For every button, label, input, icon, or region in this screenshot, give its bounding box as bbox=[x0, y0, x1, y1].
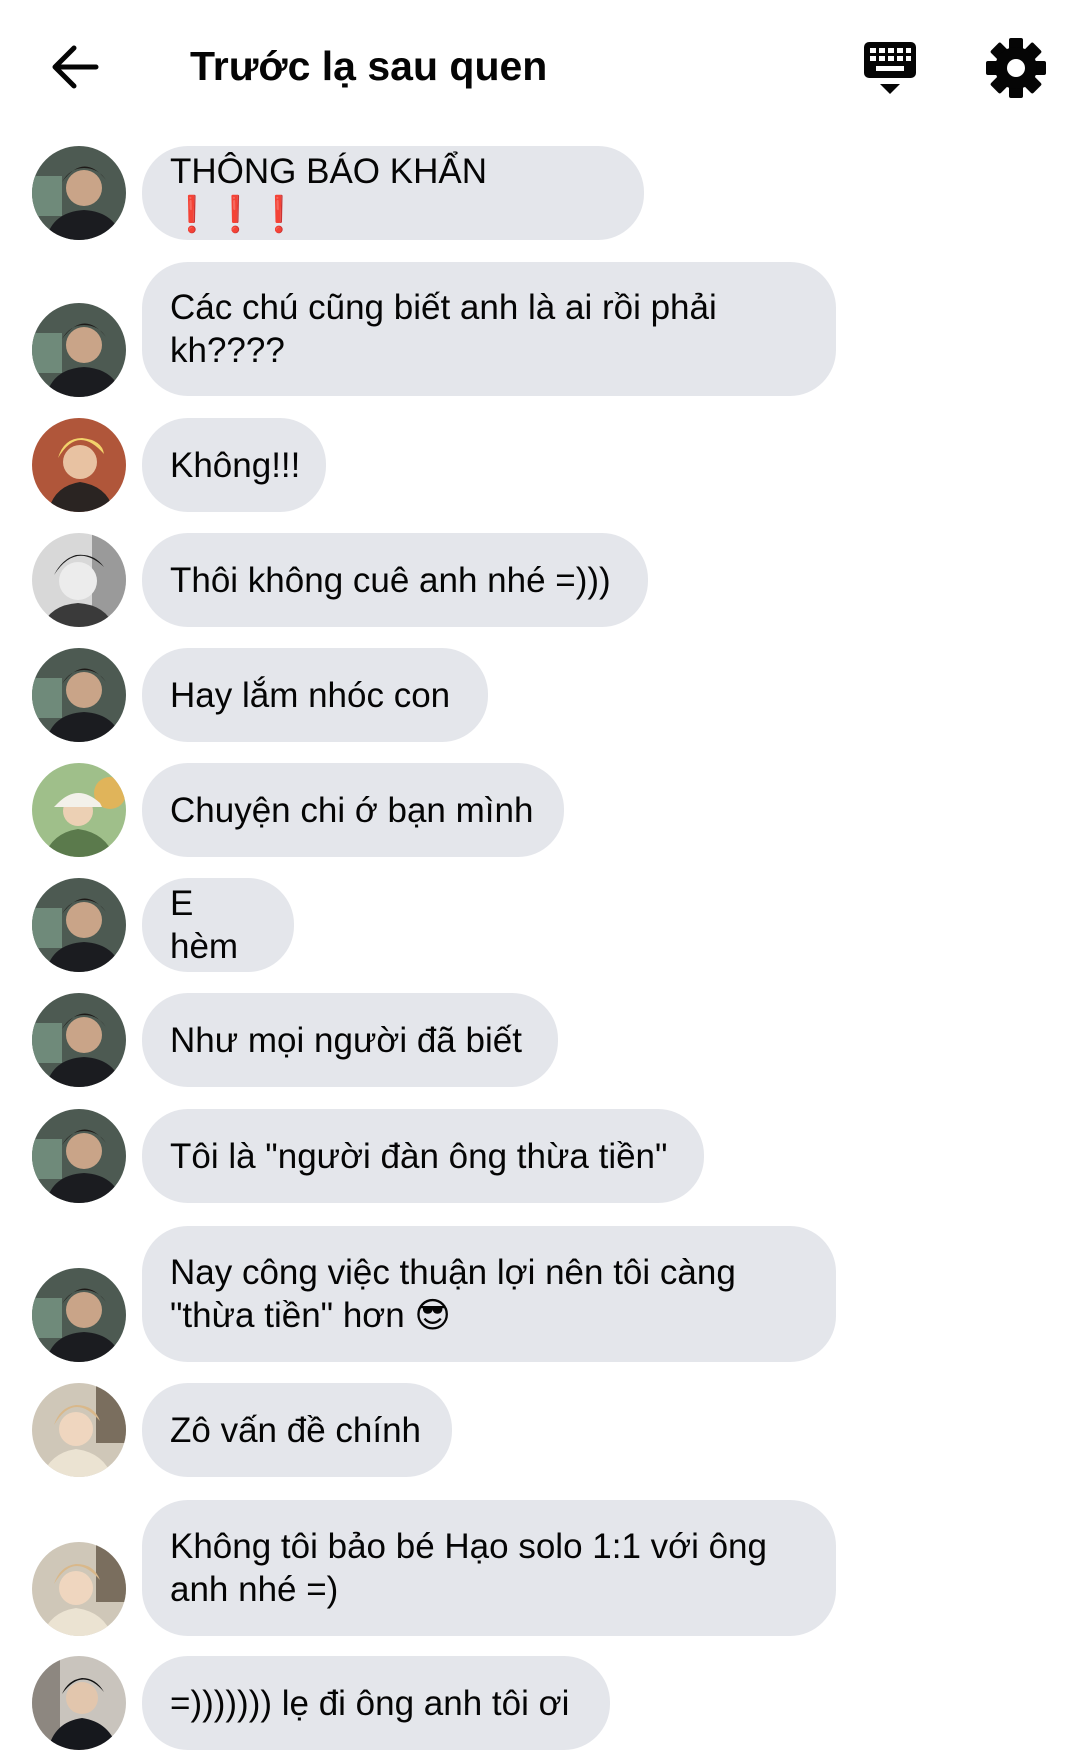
avatar[interactable] bbox=[32, 993, 126, 1087]
gear-icon bbox=[986, 38, 1046, 98]
conversation-title: Trước lạ sau quen bbox=[190, 43, 548, 89]
keyboard-icon bbox=[864, 42, 916, 94]
message-text: Không tôi bảo bé Hạo solo 1:1 với ông an… bbox=[170, 1527, 777, 1609]
arrow-left-icon bbox=[52, 45, 99, 89]
keyboard-button[interactable] bbox=[858, 36, 922, 100]
avatar[interactable] bbox=[32, 533, 126, 627]
message-bubble[interactable]: Hay lắm nhóc con bbox=[142, 648, 488, 742]
avatar[interactable] bbox=[32, 1109, 126, 1203]
back-button[interactable] bbox=[44, 36, 106, 98]
settings-button[interactable] bbox=[984, 36, 1048, 100]
message-bubble[interactable]: Như mọi người đã biết bbox=[142, 993, 558, 1087]
message-text: Thôi không cuê anh nhé =))) bbox=[170, 560, 611, 600]
avatar[interactable] bbox=[32, 1542, 126, 1636]
message-text: THÔNG BÁO KHẨN ❗❗❗ bbox=[170, 152, 497, 234]
message-bubble[interactable]: THÔNG BÁO KHẨN ❗❗❗ bbox=[142, 146, 644, 240]
message-bubble[interactable]: =))))))) lẹ đi ông anh tôi ơi bbox=[142, 1656, 610, 1750]
avatar[interactable] bbox=[32, 418, 126, 512]
message-text: Như mọi người đã biết bbox=[170, 1020, 522, 1060]
avatar[interactable] bbox=[32, 1383, 126, 1477]
message-bubble[interactable]: Thôi không cuê anh nhé =))) bbox=[142, 533, 648, 627]
message-text: Chuyện chi ớ bạn mình bbox=[170, 790, 534, 830]
avatar[interactable] bbox=[32, 1268, 126, 1362]
avatar[interactable] bbox=[32, 303, 126, 397]
message-bubble[interactable]: E hèm bbox=[142, 878, 294, 972]
message-bubble[interactable]: Nay công việc thuận lợi nên tôi càng "th… bbox=[142, 1226, 836, 1362]
message-text: Hay lắm nhóc con bbox=[170, 675, 451, 715]
message-text: Nay công việc thuận lợi nên tôi càng "th… bbox=[170, 1253, 746, 1335]
message-text: =))))))) lẹ đi ông anh tôi ơi bbox=[170, 1683, 570, 1723]
avatar[interactable] bbox=[32, 648, 126, 742]
message-text: Các chú cũng biết anh là ai rồi phải kh?… bbox=[170, 288, 727, 370]
message-text: Zô vấn đề chính bbox=[170, 1410, 421, 1450]
message-text: Không!!! bbox=[170, 445, 301, 485]
avatar[interactable] bbox=[32, 146, 126, 240]
message-bubble[interactable]: Các chú cũng biết anh là ai rồi phải kh?… bbox=[142, 262, 836, 396]
message-bubble[interactable]: Tôi là "người đàn ông thừa tiền" bbox=[142, 1109, 704, 1203]
avatar[interactable] bbox=[32, 878, 126, 972]
message-bubble[interactable]: Chuyện chi ớ bạn mình bbox=[142, 763, 564, 857]
avatar[interactable] bbox=[32, 763, 126, 857]
chat-header: Trước lạ sau quen bbox=[0, 0, 1080, 132]
message-bubble[interactable]: Zô vấn đề chính bbox=[142, 1383, 452, 1477]
avatar[interactable] bbox=[32, 1656, 126, 1750]
message-text: Tôi là "người đàn ông thừa tiền" bbox=[170, 1136, 668, 1176]
message-bubble[interactable]: Không tôi bảo bé Hạo solo 1:1 với ông an… bbox=[142, 1500, 836, 1636]
message-text: E hèm bbox=[170, 884, 239, 966]
message-bubble[interactable]: Không!!! bbox=[142, 418, 326, 512]
